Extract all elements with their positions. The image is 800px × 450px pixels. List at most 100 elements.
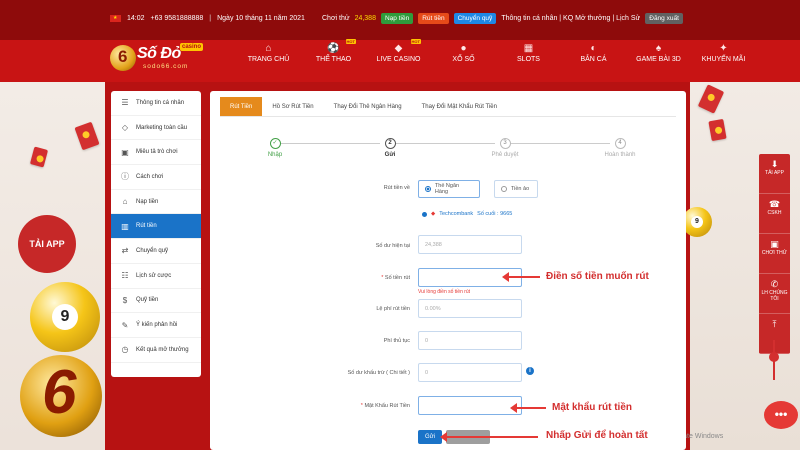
deposit-button[interactable]: Nạp tiền [380,13,414,24]
top-bar: 14:02 +63 9581888888 | Ngày 10 tháng 11 … [0,0,800,40]
logo-mark-icon [110,45,136,71]
current-date: Ngày 10 tháng 11 năm 2021 [217,15,305,22]
password-annotation: Mật khẩu rút tiền [552,402,633,413]
nav-item-1[interactable]: ⚽ HOT THỂ THAO [301,39,366,63]
gift-icon: ✦ [719,43,728,54]
sidebar-item-label: Quỹ tiền [136,297,159,304]
nav-item-4[interactable]: ▦ SLOTS [496,42,561,63]
floating-side-panel: ⬇ TẢI APP ☎ CSKH ▣ CHƠI THỬ ✆ LH CHÚNG TÔI ⤒ [759,154,790,354]
withdraw-password-input[interactable] [418,396,522,415]
radio-selected-icon [422,211,427,217]
soccer-icon: ⚽ [327,43,340,54]
option-crypto[interactable]: Tiền ảo [494,180,538,198]
sidebar-item-3[interactable]: ⓘ Cách chơi [111,165,201,190]
download-app-badge[interactable]: TẢI APP [18,215,76,273]
fee-field-label: Lệ phí rút tiền [376,306,410,312]
wallet-icon: $ [122,295,128,305]
site-logo[interactable]: Số Đỏ casino sodo66.com [110,43,210,75]
amount-error-message: Vui lòng điền số tiền rút [418,289,471,295]
account-links[interactable]: Thông tin cá nhân | KQ Mở thưởng | Lịch … [501,15,640,22]
nav-item-5[interactable]: ◐ BẮN CÁ [561,42,626,63]
red-envelope-icon [697,84,725,114]
gamepad-icon: ▣ [770,239,779,249]
balance-label: Chơi thử [322,15,350,22]
bank-account-line[interactable]: ◆ Techcombank Số cuối : 9665 [422,211,512,217]
side-panel-item-3[interactable]: ✆ LH CHÚNG TÔI [759,274,790,314]
sidebar-item-label: Lịch sử cược [136,272,172,279]
nav-label: TRANG CHỦ [247,56,290,63]
password-field-label: * Mật Khẩu Rút Tiền [360,403,410,409]
sidebar-item-2[interactable]: ▣ Miêu tả trò chơi [111,140,201,166]
side-panel-label: CSKH [767,210,782,216]
sidebar-item-label: Cách chơi [136,173,164,180]
red-envelope-icon [74,121,100,151]
transfer-button[interactable]: Chuyển quỹ [453,13,497,24]
submit-annotation: Nhấp Gửi để hoàn tất [546,430,648,441]
cards-icon: ♠ [655,43,662,54]
vietnam-flag-icon [110,15,121,22]
nav-label: BẮN CÁ [580,56,607,63]
nav-label: XỔ SỐ [452,56,475,63]
info-icon: ⓘ [121,172,129,182]
sidebar-item-10[interactable]: ◷ Kết quả mở thưởng [111,338,201,363]
red-envelope-icon [708,118,727,142]
side-panel-label: TẢI APP [765,170,784,176]
withdraw-button[interactable]: Rút tiền [418,13,449,24]
sidebar-item-8[interactable]: $ Quỹ tiền [111,289,201,314]
deduct-balance-label: Số dư khấu trừ ( Chi tiết ) [347,370,410,376]
sidebar-item-label: Kết quả mở thưởng [136,346,189,353]
fish-icon: ◐ [590,43,597,54]
side-panel-item-1[interactable]: ☎ CSKH [759,194,790,234]
live-chat-button[interactable]: ••• [764,401,798,429]
hot-badge: HOT [345,39,356,44]
nav-item-0[interactable]: ⌂ TRANG CHỦ [236,42,301,63]
diamond-icon: ◇ [121,123,129,133]
nav-item-2[interactable]: ◆ HOT LIVE CASINO [366,39,431,63]
nav-label: THỂ THAO [315,56,352,63]
home-icon: ⌂ [265,43,272,54]
procedure-fee-field: 0 [418,331,522,350]
lantern-icon [769,340,779,380]
sidebar-item-0[interactable]: ☰ Thông tin cá nhân [111,91,201,116]
option-bank-card[interactable]: Thẻ Ngân Hàng [418,180,480,198]
diamond-icon: ◆ [394,43,403,54]
option-bank-label: Thẻ Ngân Hàng [434,183,460,195]
nav-item-7[interactable]: ✦ KHUYẾN MÃI [691,42,756,63]
clock-icon: ◷ [121,345,129,355]
balance-field-label: Số dư hiện tại [375,243,410,249]
arrow-icon [510,403,546,413]
support-icon: ☎ [768,199,781,209]
side-panel-item-2[interactable]: ▣ CHƠI THỬ [759,234,790,274]
sidebar-item-1[interactable]: ◇ Marketing toàn cầu [111,116,201,141]
logo-casino-badge: casino [180,43,204,51]
sidebar-item-label: Marketing toàn cầu [136,124,188,131]
piggy-icon: ⌂ [122,197,128,207]
main-nav: ⌂ TRANG CHỦ ⚽ HOT THỂ THAO ◆ HOT LIVE CASINO ● XỔ… [236,39,756,63]
sidebar-item-4[interactable]: ⌂ Nạp tiền [111,190,201,215]
phone-icon: ✆ [770,279,779,289]
user-card-icon: ☰ [121,98,129,108]
side-panel-label: LH CHÚNG TÔI [761,290,788,302]
sidebar-item-7[interactable]: ☷ Lịch sử cược [111,264,201,289]
sidebar-item-label: Ý kiến phản hồi [136,322,178,329]
hotline-number: +63 9581888888 [150,15,204,22]
sidebar-item-6[interactable]: ⇄ Chuyển quỹ [111,239,201,264]
gamepad-icon: ▣ [121,147,129,157]
nav-item-6[interactable]: ♠ GAME BÀI 3D [626,42,691,63]
sidebar-item-label: Chuyển quỹ [136,247,169,254]
sidebar-item-5[interactable]: ▥ Rút tiền [111,214,201,240]
nav-label: KHUYẾN MÃI [701,56,746,63]
history-list-icon: ☷ [121,271,129,281]
amount-annotation: Điền số tiền muốn rút [546,271,649,282]
arrow-icon [440,432,538,442]
sidebar-item-label: Thông tin cá nhân [136,99,185,106]
info-icon[interactable]: i [526,367,534,375]
submit-button[interactable]: Gửi [418,430,442,444]
deduct-balance-field: 0 [418,363,522,382]
sidebar-item-9[interactable]: ✎ Ý kiến phản hồi [111,313,201,338]
balance-value: 24,388 [354,15,376,22]
logout-button[interactable]: Đăng xuất [645,13,683,24]
nav-item-3[interactable]: ● XỔ SỐ [431,42,496,63]
nav-label: GAME BÀI 3D [636,56,681,63]
side-panel-item-0[interactable]: ⬇ TẢI APP [759,154,790,194]
